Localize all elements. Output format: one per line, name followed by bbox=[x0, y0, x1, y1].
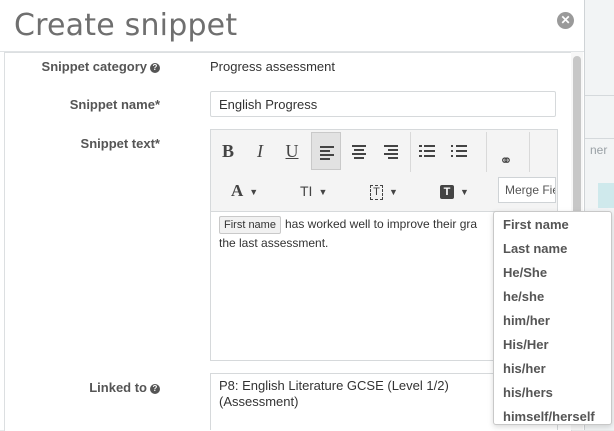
bold-button[interactable]: B bbox=[213, 132, 243, 170]
text-size-icon: TI bbox=[300, 183, 313, 199]
category-label: Snippet category? bbox=[42, 59, 160, 74]
underline-button[interactable]: U bbox=[277, 132, 307, 170]
chevron-down-icon: ▼ bbox=[249, 187, 259, 198]
chevron-down-icon: ▼ bbox=[460, 187, 469, 198]
toolbar-separator bbox=[529, 132, 530, 172]
category-label-text: Snippet category bbox=[41, 59, 147, 74]
align-right-icon bbox=[384, 145, 398, 161]
dialog-title: Create snippet bbox=[14, 8, 238, 43]
merge-field-select[interactable]: Merge Fie bbox=[498, 177, 556, 203]
merge-field-dropdown: First name Last name He/She he/she him/h… bbox=[493, 211, 612, 425]
linked-to-label: Linked to? bbox=[89, 380, 160, 395]
snippet-name-input[interactable]: English Progress bbox=[210, 91, 556, 117]
text-color-icon: T bbox=[440, 185, 454, 200]
chevron-down-icon: ▼ bbox=[389, 187, 398, 198]
dialog-header: Create snippet ✕ bbox=[0, 0, 584, 52]
help-icon[interactable]: ? bbox=[150, 62, 160, 73]
merge-field-option[interactable]: himself/herself bbox=[503, 409, 595, 424]
numbered-list-button[interactable] bbox=[411, 132, 441, 170]
numbered-list-icon bbox=[419, 145, 435, 160]
merge-field-option[interactable]: Last name bbox=[503, 241, 567, 256]
text-size-button[interactable]: TI ▼ bbox=[300, 179, 327, 203]
bullet-list-button[interactable] bbox=[443, 132, 473, 170]
align-right-button[interactable] bbox=[376, 132, 406, 170]
text-color-button[interactable]: T ▼ bbox=[440, 179, 469, 203]
snippet-name-label: Snippet name* bbox=[69, 97, 160, 112]
merge-field-option[interactable]: First name bbox=[503, 217, 569, 232]
font-icon: A bbox=[231, 181, 244, 200]
align-left-icon bbox=[320, 146, 334, 162]
snippet-text-label: Snippet text* bbox=[80, 136, 160, 151]
linked-to-label-text: Linked to bbox=[89, 380, 147, 395]
editor-content[interactable]: First name has worked well to improve the… bbox=[219, 215, 519, 253]
editor-text-line: has worked well to improve their gra bbox=[284, 217, 478, 231]
merge-field-option[interactable]: he/she bbox=[503, 289, 544, 304]
close-icon[interactable]: ✕ bbox=[557, 12, 574, 29]
help-icon[interactable]: ? bbox=[150, 383, 160, 394]
toolbar-separator bbox=[486, 132, 487, 172]
editor-text-line: the last assessment. bbox=[219, 236, 329, 250]
merge-field-option[interactable]: His/Her bbox=[503, 337, 549, 352]
merge-field-option[interactable]: his/her bbox=[503, 361, 546, 376]
align-center-icon bbox=[352, 145, 366, 161]
font-button[interactable]: A ▼ bbox=[231, 179, 258, 203]
italic-button[interactable]: I bbox=[245, 132, 275, 170]
merge-field-tag[interactable]: First name bbox=[219, 216, 281, 234]
text-style-icon: T bbox=[370, 184, 383, 200]
category-value: Progress assessment bbox=[210, 59, 335, 74]
bullet-list-icon bbox=[451, 145, 467, 160]
link-button[interactable]: ⚭ bbox=[491, 142, 521, 180]
editor-toolbar: B I U ⚭ A ▼ TI ▼ T ▼ T ▼ Merge Fie bbox=[211, 130, 557, 212]
align-left-button[interactable] bbox=[311, 132, 341, 170]
merge-field-option[interactable]: his/hers bbox=[503, 385, 553, 400]
link-icon: ⚭ bbox=[499, 151, 513, 170]
align-center-button[interactable] bbox=[344, 132, 374, 170]
background-text: ner bbox=[590, 143, 608, 157]
merge-field-option[interactable]: He/She bbox=[503, 265, 547, 280]
text-style-button[interactable]: T ▼ bbox=[370, 179, 398, 203]
background-highlight bbox=[598, 183, 614, 208]
merge-field-option[interactable]: him/her bbox=[503, 313, 550, 328]
chevron-down-icon: ▼ bbox=[318, 187, 328, 198]
